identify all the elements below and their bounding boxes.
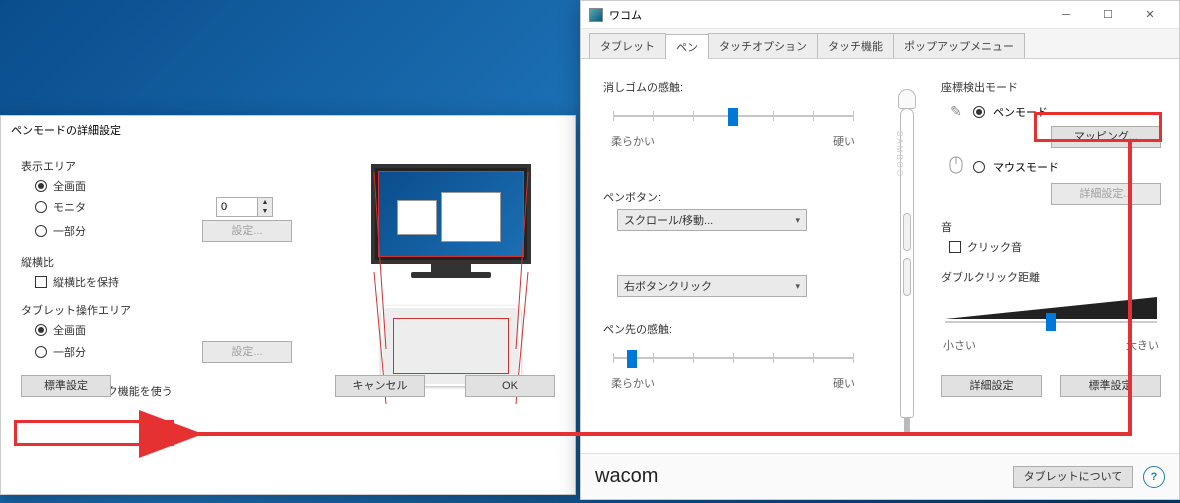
cancel-button[interactable]: キャンセル	[335, 375, 425, 397]
monitor-illustration	[371, 164, 531, 264]
dcd-large-label: 大きい	[1126, 337, 1159, 353]
double-click-distance-label: ダブルクリック距離	[941, 269, 1161, 285]
dialog-title: ペンモードの詳細設定	[1, 116, 575, 144]
slider-soft-label: 柔らかい	[611, 133, 655, 149]
tip-feel-label: ペン先の感触:	[603, 321, 863, 337]
combo-value: スクロール/移動...	[624, 212, 713, 228]
wacom-properties-window: ワコム ─ ☐ ✕ タブレット ペン タッチオプション タッチ機能 ポップアップ…	[580, 0, 1180, 500]
tab-tablet[interactable]: タブレット	[589, 33, 666, 58]
eraser-feel-slider[interactable]	[613, 101, 853, 131]
click-sound-checkbox[interactable]: クリック音	[949, 239, 1161, 255]
dcd-small-label: 小さい	[943, 337, 976, 353]
pen-upper-button-combo[interactable]: スクロール/移動... ▾	[617, 209, 807, 231]
mapping-preview	[361, 164, 541, 386]
radio-label: マウスモード	[993, 159, 1059, 175]
checkbox-icon	[35, 276, 47, 288]
default-button[interactable]: 標準設定	[21, 375, 111, 397]
tablet-portion-settings-button: 設定...	[202, 341, 292, 363]
monitor-index-input[interactable]	[217, 201, 257, 213]
tip-feel-slider[interactable]	[613, 343, 853, 373]
pen-buttons-label: ペンボタン:	[603, 189, 863, 205]
radio-label: ペンモード	[993, 104, 1048, 120]
radio-label: 全画面	[53, 322, 86, 338]
pen-mode-advanced-dialog: ペンモードの詳細設定 表示エリア 全画面 モニタ ▲▼ 一部分 設定...	[0, 115, 576, 495]
radio-label: 一部分	[53, 344, 86, 360]
minimize-button[interactable]: ─	[1045, 1, 1087, 29]
radio-icon	[35, 324, 47, 336]
pen-panel: 消しゴムの感触: 柔らかい 硬い ペンボタン: スクロール/移動... ▾ 右ボ…	[581, 59, 1179, 469]
eraser-feel-label: 消しゴムの感触:	[603, 79, 863, 95]
tab-pen[interactable]: ペン	[665, 34, 709, 59]
slider-soft-label: 柔らかい	[611, 375, 655, 391]
monitor-index-spinner[interactable]: ▲▼	[216, 197, 273, 217]
close-button[interactable]: ✕	[1129, 1, 1171, 29]
checkbox-icon	[949, 241, 961, 253]
spinner-up-icon[interactable]: ▲	[258, 198, 272, 207]
tab-popup-menu[interactable]: ポップアップメニュー	[893, 33, 1025, 58]
window-title: ワコム	[609, 7, 642, 23]
chevron-down-icon: ▾	[795, 215, 800, 226]
tab-touch-option[interactable]: タッチオプション	[708, 33, 818, 58]
checkbox-label: 縦横比を保持	[53, 274, 119, 290]
mapping-button[interactable]: マッピング...	[1051, 126, 1161, 148]
default-settings-button[interactable]: 標準設定	[1060, 375, 1161, 397]
slider-hard-label: 硬い	[833, 133, 855, 149]
display-portion-settings-button: 設定...	[202, 220, 292, 242]
radio-icon	[35, 346, 47, 358]
radio-icon	[973, 106, 985, 118]
ok-button[interactable]: OK	[465, 375, 555, 397]
help-button[interactable]: ?	[1143, 466, 1165, 488]
mouse-icon	[947, 156, 965, 177]
tab-touch-func[interactable]: タッチ機能	[817, 33, 894, 58]
combo-value: 右ボタンクリック	[624, 278, 712, 294]
tab-strip: タブレット ペン タッチオプション タッチ機能 ポップアップメニュー	[581, 29, 1179, 59]
detail-settings-button[interactable]: 詳細設定	[941, 375, 1042, 397]
chevron-down-icon: ▾	[795, 281, 800, 292]
radio-icon	[35, 225, 47, 237]
spinner-down-icon[interactable]: ▼	[258, 207, 272, 216]
pen-mode-radio[interactable]: ✎ ペンモード	[947, 103, 1161, 120]
radio-label: 全画面	[53, 178, 86, 194]
pen-icon: ✎	[947, 103, 965, 120]
radio-icon	[35, 201, 47, 213]
wacom-logo: wacom	[595, 465, 658, 488]
mouse-detail-button: 詳細設定...	[1051, 183, 1161, 205]
tracking-mode-label: 座標検出モード	[941, 79, 1161, 95]
maximize-button[interactable]: ☐	[1087, 1, 1129, 29]
pen-illustration: BAMBOO	[881, 73, 931, 453]
radio-label: 一部分	[53, 223, 86, 239]
about-tablet-button[interactable]: タブレットについて	[1013, 466, 1133, 488]
double-click-distance-slider[interactable]	[945, 293, 1157, 335]
checkbox-label: クリック音	[967, 239, 1022, 255]
mouse-mode-radio[interactable]: マウスモード	[947, 156, 1161, 177]
radio-icon	[973, 161, 985, 173]
sound-label: 音	[941, 219, 1161, 235]
tablet-illustration	[381, 306, 521, 386]
radio-label: モニタ	[53, 199, 86, 215]
window-footer: wacom タブレットについて ?	[581, 453, 1179, 499]
pen-lower-button-combo[interactable]: 右ボタンクリック ▾	[617, 275, 807, 297]
app-icon	[589, 8, 603, 22]
slider-hard-label: 硬い	[833, 375, 855, 391]
titlebar: ワコム ─ ☐ ✕	[581, 1, 1179, 29]
radio-icon	[35, 180, 47, 192]
